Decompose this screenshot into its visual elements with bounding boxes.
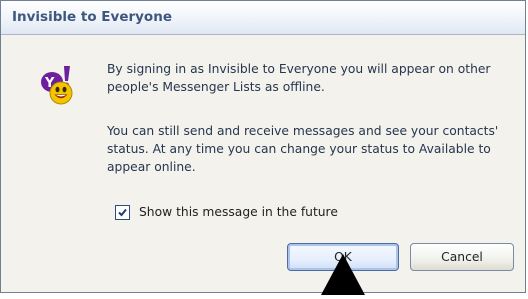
checkmark-icon (118, 208, 127, 217)
yahoo-messenger-smiley-icon: Y (39, 64, 81, 106)
message-paragraph-1: By signing in as Invisible to Everyone y… (107, 62, 491, 94)
dialog-title: Invisible to Everyone (12, 9, 172, 25)
message-paragraph-2: You can still send and receive messages … (107, 124, 499, 174)
show-message-checkbox-label: Show this message in the future (139, 205, 338, 219)
invisible-dialog: Invisible to Everyone Y By signing in as… (0, 0, 526, 293)
black-arrow-cursor-icon (319, 252, 367, 295)
cancel-button[interactable]: Cancel (410, 243, 514, 271)
show-message-checkbox[interactable] (115, 205, 130, 220)
title-bar: Invisible to Everyone (1, 1, 525, 35)
